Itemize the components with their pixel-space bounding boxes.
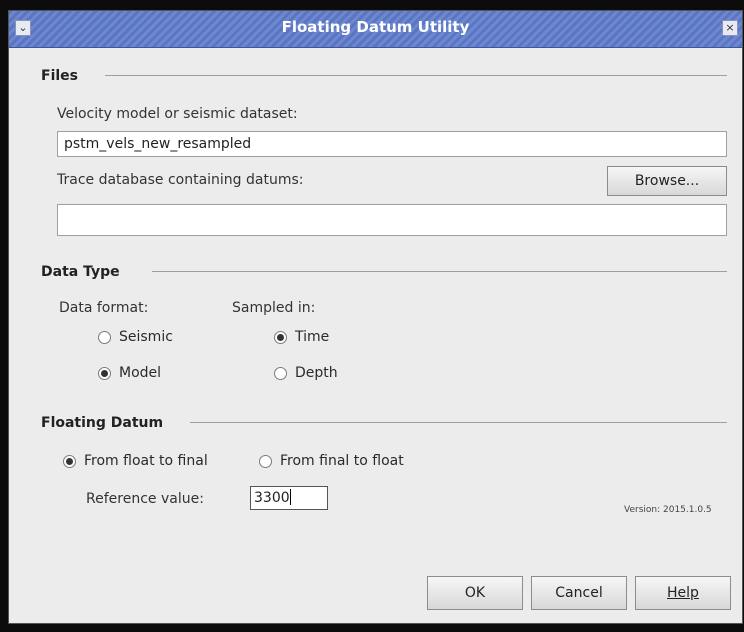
trace-database-input[interactable] xyxy=(57,204,727,236)
radio-float-to-final[interactable]: From float to final xyxy=(63,453,208,469)
trace-database-label: Trace database containing datums: xyxy=(57,172,304,188)
radio-depth[interactable]: Depth xyxy=(274,365,338,381)
help-button-label: Help xyxy=(667,585,699,601)
version-label: Version: 2015.1.0.5 xyxy=(624,505,712,515)
radio-float-to-final-indicator[interactable] xyxy=(63,454,76,468)
browse-button[interactable]: Browse... xyxy=(607,166,727,196)
radio-time-label: Time xyxy=(295,329,330,345)
velocity-model-label: Velocity model or seismic dataset: xyxy=(57,106,298,122)
sampled-in-label: Sampled in: xyxy=(232,300,316,316)
radio-depth-indicator[interactable] xyxy=(274,366,287,380)
radio-seismic-label: Seismic xyxy=(119,329,173,345)
help-button[interactable]: Help xyxy=(635,576,731,610)
floating-datum-dialog: ⌄ Floating Datum Utility × Files Velocit… xyxy=(8,10,743,624)
floating-datum-section-title: Floating Datum xyxy=(41,415,164,431)
radio-time-indicator[interactable] xyxy=(274,330,287,344)
files-section-divider xyxy=(105,75,727,76)
radio-final-to-float[interactable]: From final to float xyxy=(259,453,404,469)
radio-final-to-float-indicator[interactable] xyxy=(259,454,272,468)
ok-button[interactable]: OK xyxy=(427,576,523,610)
floating-datum-section-divider xyxy=(190,422,727,423)
close-icon[interactable]: × xyxy=(722,20,738,36)
cancel-button[interactable]: Cancel xyxy=(531,576,627,610)
files-section-title: Files xyxy=(41,68,78,84)
velocity-model-input[interactable]: pstm_vels_new_resampled xyxy=(57,131,727,157)
radio-final-to-float-label: From final to float xyxy=(280,453,404,469)
data-type-section-title: Data Type xyxy=(41,264,120,280)
velocity-model-value: pstm_vels_new_resampled xyxy=(64,136,252,152)
reference-value-input[interactable]: 3300 xyxy=(250,486,328,510)
radio-seismic-indicator[interactable] xyxy=(98,330,111,344)
radio-model[interactable]: Model xyxy=(98,365,161,381)
reference-value-text: 3300 xyxy=(254,490,290,506)
radio-model-indicator[interactable] xyxy=(98,366,111,380)
radio-model-label: Model xyxy=(119,365,162,381)
radio-depth-label: Depth xyxy=(295,365,338,381)
window-title: Floating Datum Utility xyxy=(281,18,470,36)
radio-time[interactable]: Time xyxy=(274,329,329,345)
text-cursor xyxy=(289,489,291,505)
data-format-label: Data format: xyxy=(59,300,149,316)
data-type-section-divider xyxy=(152,271,727,272)
radio-seismic[interactable]: Seismic xyxy=(98,329,173,345)
title-bar[interactable]: ⌄ Floating Datum Utility × xyxy=(9,11,742,48)
radio-float-to-final-label: From float to final xyxy=(84,453,208,469)
reference-value-label: Reference value: xyxy=(86,491,204,507)
